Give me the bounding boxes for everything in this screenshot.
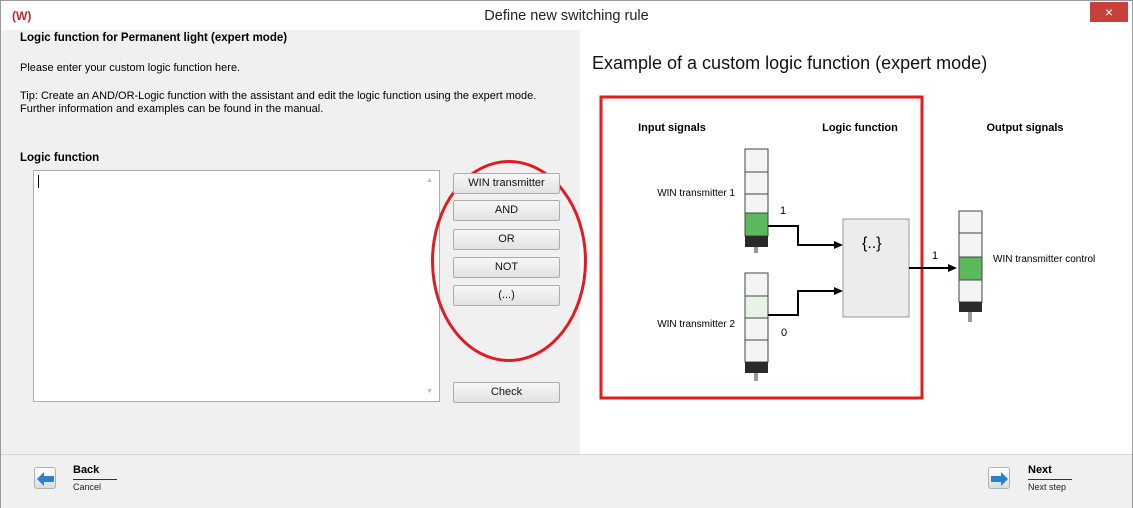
back-button[interactable] bbox=[34, 467, 56, 489]
signal-tower-output bbox=[958, 210, 983, 322]
input-signals-header: Input signals bbox=[638, 122, 706, 134]
back-divider bbox=[73, 479, 117, 480]
close-button[interactable]: × bbox=[1090, 2, 1128, 22]
example-diagram: Input signals Logic function Output sign… bbox=[599, 95, 1095, 400]
transmitter-2-label: WIN transmitter 2 bbox=[657, 319, 735, 330]
back-arrow-icon bbox=[37, 472, 54, 486]
logic-function-box bbox=[842, 218, 910, 318]
signal-1-value: 1 bbox=[780, 205, 786, 217]
input-1-wire bbox=[768, 225, 836, 246]
input-2-wire bbox=[768, 290, 836, 316]
transmitter-1-label: WIN transmitter 1 bbox=[657, 188, 735, 199]
check-button[interactable]: Check bbox=[453, 382, 560, 403]
signal-tower-2 bbox=[744, 272, 769, 381]
scroll-down-arrow-icon[interactable]: ▼ bbox=[426, 388, 433, 395]
tip-text: Tip: Create an AND/OR-Logic function wit… bbox=[20, 90, 537, 115]
dialog-window: (W) Define new switching rule × Logic fu… bbox=[0, 0, 1133, 508]
cancel-label[interactable]: Cancel bbox=[73, 482, 101, 492]
window-title: Define new switching rule bbox=[484, 8, 649, 24]
scroll-up-arrow-icon[interactable]: ▲ bbox=[426, 177, 433, 184]
output-transmitter-label: WIN transmitter control bbox=[993, 254, 1095, 265]
logic-function-input[interactable]: ▲ ▼ bbox=[33, 170, 440, 402]
footer-bar: Back Cancel Next Next step bbox=[1, 454, 1132, 508]
parentheses-button[interactable]: (...) bbox=[453, 285, 560, 306]
win-transmitter-button[interactable]: WIN transmitter bbox=[453, 173, 560, 194]
text-caret bbox=[38, 175, 39, 188]
logic-function-symbol: {..} bbox=[862, 235, 882, 252]
signal-2-value: 0 bbox=[781, 327, 787, 339]
next-arrow-icon bbox=[991, 472, 1008, 486]
next-button[interactable] bbox=[988, 467, 1010, 489]
signal-tower-1 bbox=[744, 148, 769, 253]
and-button[interactable]: AND bbox=[453, 200, 560, 221]
logic-function-label: Logic function bbox=[20, 152, 100, 164]
next-divider bbox=[1028, 479, 1072, 480]
next-label[interactable]: Next bbox=[1028, 464, 1052, 476]
title-bar: (W) Define new switching rule × bbox=[1, 1, 1132, 30]
instruction-text: Please enter your custom logic function … bbox=[20, 62, 241, 74]
back-label[interactable]: Back bbox=[73, 464, 99, 476]
output-signals-header: Output signals bbox=[987, 122, 1064, 134]
not-button[interactable]: NOT bbox=[453, 257, 560, 278]
or-button[interactable]: OR bbox=[453, 229, 560, 250]
next-step-label[interactable]: Next step bbox=[1028, 482, 1066, 492]
output-signal-value: 1 bbox=[932, 250, 938, 262]
logic-function-header: Logic function bbox=[822, 122, 898, 134]
section-heading: Logic function for Permanent light (expe… bbox=[20, 32, 288, 44]
